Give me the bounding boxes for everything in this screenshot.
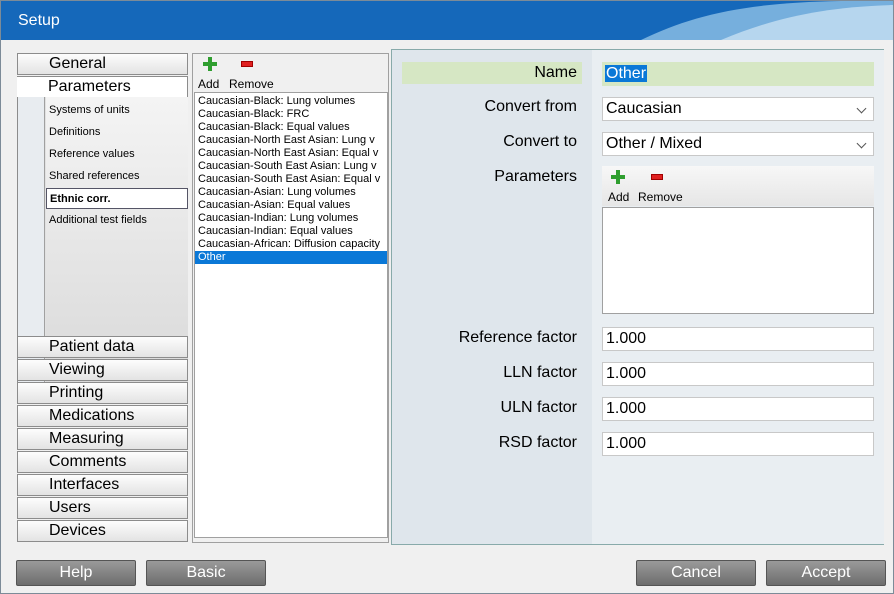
nav-item-comments[interactable]: Comments	[17, 451, 188, 473]
sub-item-definitions[interactable]: Definitions	[46, 122, 188, 143]
list-item[interactable]: Caucasian-Indian: Equal values	[195, 225, 387, 238]
list-item[interactable]: Caucasian-South East Asian: Lung v	[195, 160, 387, 173]
remove-icon	[241, 61, 253, 67]
convert-to-label: Convert to	[503, 133, 577, 150]
list-item[interactable]: Caucasian-African: Diffusion capacity	[195, 238, 387, 251]
rsd-factor-label: RSD factor	[498, 434, 577, 451]
list-item[interactable]: Caucasian-Asian: Equal values	[195, 199, 387, 212]
uln-factor-label: ULN factor	[500, 399, 577, 416]
convert-from-select[interactable]: Caucasian	[602, 97, 874, 121]
settings-nav: General Parameters Systems of units Defi…	[17, 53, 188, 543]
list-item[interactable]: Caucasian-Indian: Lung volumes	[195, 212, 387, 225]
nav-item-interfaces[interactable]: Interfaces	[17, 474, 188, 496]
list-item[interactable]: Caucasian-North East Asian: Equal v	[195, 147, 387, 160]
param-remove-label: Remove	[638, 190, 683, 204]
convert-to-value: Other / Mixed	[606, 135, 703, 152]
sub-item-shared-references[interactable]: Shared references	[46, 166, 188, 187]
sub-item-reference-values[interactable]: Reference values	[46, 144, 188, 165]
sub-item-systems-of-units[interactable]: Systems of units	[46, 100, 188, 121]
convert-from-value: Caucasian	[606, 100, 682, 117]
list-item[interactable]: Caucasian-Asian: Lung volumes	[195, 186, 387, 199]
reference-factor-field[interactable]: 1.000	[602, 327, 874, 351]
correction-list[interactable]: Caucasian-Black: Lung volumes Caucasian-…	[194, 92, 388, 538]
nav-item-printing[interactable]: Printing	[17, 382, 188, 404]
list-item[interactable]: Caucasian-Black: FRC	[195, 108, 387, 121]
rsd-factor-field[interactable]: 1.000	[602, 432, 874, 456]
nav-item-general[interactable]: General	[17, 53, 188, 75]
parameters-label: Parameters	[494, 168, 577, 185]
correction-list-panel: Add Remove Caucasian-Black: Lung volumes…	[192, 53, 389, 543]
nav-item-users[interactable]: Users	[17, 497, 188, 519]
lln-factor-field[interactable]: 1.000	[602, 362, 874, 386]
list-item[interactable]: Caucasian-South East Asian: Equal v	[195, 173, 387, 186]
param-remove-button[interactable]: Remove	[636, 168, 686, 204]
parameters-list[interactable]	[602, 207, 874, 314]
remove-icon	[651, 174, 663, 180]
title-bar[interactable]: Setup	[1, 1, 893, 40]
convert-from-label: Convert from	[484, 98, 577, 115]
nav-item-parameters[interactable]: Parameters	[17, 76, 188, 98]
list-add-button[interactable]: Add	[197, 56, 223, 91]
accept-button[interactable]: Accept	[766, 560, 886, 586]
add-icon	[611, 170, 625, 184]
list-item[interactable]: Caucasian-North East Asian: Lung v	[195, 134, 387, 147]
uln-factor-field[interactable]: 1.000	[602, 397, 874, 421]
title-decoration	[641, 1, 893, 40]
param-add-button[interactable]: Add	[605, 168, 631, 204]
param-add-label: Add	[608, 190, 630, 204]
list-remove-button[interactable]: Remove	[227, 56, 275, 91]
nav-item-patient-data[interactable]: Patient data	[17, 336, 188, 358]
nav-item-measuring[interactable]: Measuring	[17, 428, 188, 450]
sub-item-additional-test-fields[interactable]: Additional test fields	[46, 210, 188, 231]
name-field[interactable]: Other	[602, 62, 874, 86]
lln-factor-label: LLN factor	[503, 364, 577, 381]
cancel-button[interactable]: Cancel	[636, 560, 756, 586]
list-remove-label: Remove	[229, 77, 274, 91]
add-icon	[203, 57, 217, 71]
list-item-selected[interactable]: Other	[195, 251, 387, 264]
reference-factor-label: Reference factor	[458, 329, 577, 346]
nav-item-viewing[interactable]: Viewing	[17, 359, 188, 381]
detail-panel: Name Other Convert from Caucasian Conver…	[391, 49, 884, 545]
setup-window: Setup General Parameters Systems of unit…	[0, 0, 894, 594]
window-title: Setup	[18, 12, 60, 29]
sub-item-ethnic-corr[interactable]: Ethnic corr.	[46, 188, 188, 209]
parameters-toolbar: Add Remove	[602, 166, 874, 206]
basic-button[interactable]: Basic	[146, 560, 266, 586]
list-add-label: Add	[198, 77, 220, 91]
help-button[interactable]: Help	[16, 560, 136, 586]
list-item[interactable]: Caucasian-Black: Lung volumes	[195, 95, 387, 108]
list-item[interactable]: Caucasian-Black: Equal values	[195, 121, 387, 134]
name-label: Name	[534, 64, 577, 81]
convert-to-select[interactable]: Other / Mixed	[602, 132, 874, 156]
nav-item-devices[interactable]: Devices	[17, 520, 188, 542]
nav-item-medications[interactable]: Medications	[17, 405, 188, 427]
name-value: Other	[605, 65, 648, 82]
